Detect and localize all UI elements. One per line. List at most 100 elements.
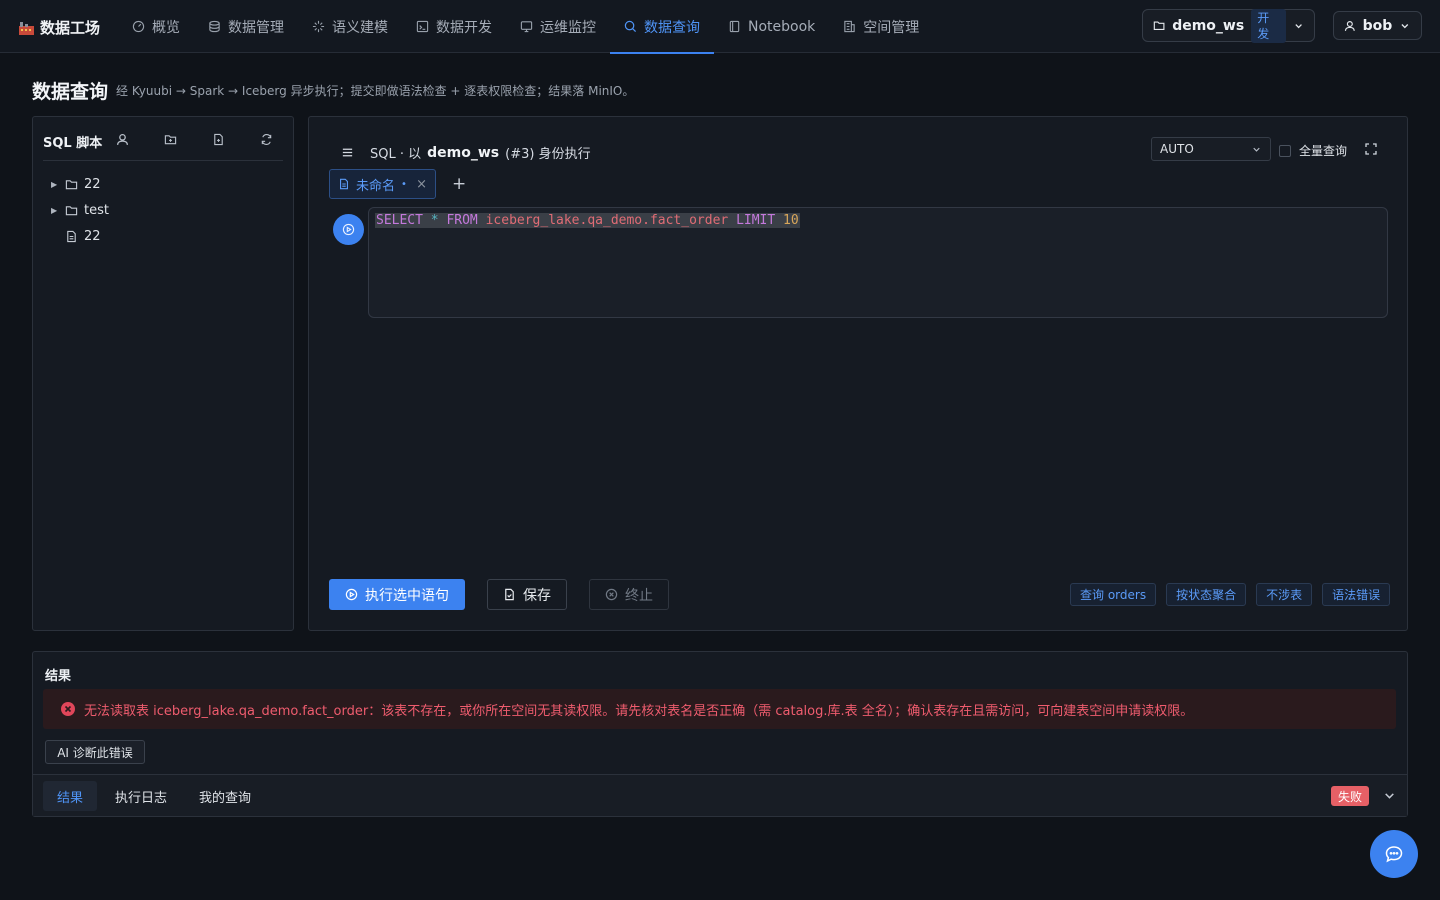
my-scripts-button[interactable] xyxy=(116,133,130,147)
app-logo[interactable]: 数据工场 xyxy=(18,17,100,38)
file-icon xyxy=(340,178,348,190)
full-query-checkbox[interactable]: 全量查询 xyxy=(1279,142,1347,159)
nav-label: 数据查询 xyxy=(644,19,700,36)
execution-mode-value: AUTO xyxy=(1160,142,1194,156)
nav-label: 概览 xyxy=(152,19,180,36)
error-message-bar: 无法读取表 iceberg_lake.qa_demo.fact_order：该表… xyxy=(43,689,1396,729)
chevron-down-icon xyxy=(1401,23,1409,28)
main-nav: 概览 数据管理 语义建模 数据开发 运维监控 数据查询 Notebook 空间管… xyxy=(118,0,933,54)
save-file-icon xyxy=(505,588,514,601)
result-title: 结果 xyxy=(45,669,72,684)
sql-keyword: SELECT xyxy=(376,213,423,228)
nav-item-data-query[interactable]: 数据查询 xyxy=(610,0,714,54)
nav-label: 数据开发 xyxy=(436,19,492,36)
save-label: 保存 xyxy=(523,587,551,604)
ai-diagnose-button[interactable]: AI 诊断此错误 xyxy=(45,740,145,764)
result-tabs: 结果 执行日志 我的查询 失败 xyxy=(33,774,1407,816)
page-title: 数据查询 xyxy=(32,81,109,103)
tab-execution-log[interactable]: 执行日志 xyxy=(101,781,181,811)
play-circle-icon xyxy=(345,588,358,601)
nav-item-ops-monitoring[interactable]: 运维监控 xyxy=(506,0,610,53)
sql-code-editor[interactable]: SELECT * FROM iceberg_lake.qa_demo.fact_… xyxy=(368,207,1388,318)
dashboard-icon xyxy=(132,20,145,33)
quick-action-button[interactable]: 按状态聚合 xyxy=(1166,583,1247,606)
nav-label: Notebook xyxy=(748,18,816,35)
nav-item-semantic-modeling[interactable]: 语义建模 xyxy=(298,0,402,53)
tab-my-queries[interactable]: 我的查询 xyxy=(185,781,265,811)
stop-button[interactable]: 终止 xyxy=(589,579,669,610)
nav-item-space-management[interactable]: 空间管理 xyxy=(829,0,933,53)
editor-tab[interactable]: 未命名 • × xyxy=(329,169,436,199)
page-description: 经 Kyuubi → Spark → Iceberg 异步执行；提交即做语法检查… xyxy=(116,84,635,98)
nav-item-notebook[interactable]: Notebook xyxy=(714,0,829,53)
tree-folder[interactable]: ▶ 22 xyxy=(51,171,109,197)
full-query-label: 全量查询 xyxy=(1299,144,1348,158)
code-icon xyxy=(416,20,429,33)
expand-caret-icon[interactable]: ▶ xyxy=(51,180,59,189)
new-script-button[interactable] xyxy=(212,133,226,147)
quick-action-button[interactable]: 语法错误 xyxy=(1322,583,1391,606)
new-folder-button[interactable] xyxy=(164,133,178,147)
tab-result[interactable]: 结果 xyxy=(43,781,98,811)
database-icon xyxy=(209,20,220,33)
chat-assistant-button[interactable] xyxy=(1370,830,1418,878)
notebook-icon xyxy=(729,20,740,33)
error-circle-icon xyxy=(61,702,75,716)
nav-item-data-management[interactable]: 数据管理 xyxy=(194,0,298,53)
error-message: 无法读取表 iceberg_lake.qa_demo.fact_order：该表… xyxy=(84,703,1194,719)
expand-caret-icon[interactable]: ▶ xyxy=(51,206,59,215)
folder-icon xyxy=(1153,21,1165,30)
stop-label: 终止 xyxy=(625,587,653,604)
sql-keyword: LIMIT xyxy=(736,213,776,228)
quick-action-button[interactable]: 不涉表 xyxy=(1256,583,1313,606)
menu-icon[interactable] xyxy=(341,146,354,159)
execution-mode-select[interactable]: AUTO xyxy=(1151,137,1271,161)
unsaved-indicator: • xyxy=(401,178,407,190)
app-title: 数据工场 xyxy=(40,19,101,37)
editor-header-suffix: (#3) 身份执行 xyxy=(505,147,591,162)
workspace-name: demo_ws xyxy=(1172,17,1245,34)
editor-header-workspace: demo_ws xyxy=(427,144,500,161)
sql-keyword: FROM xyxy=(446,213,478,228)
chevron-down-icon xyxy=(1385,793,1394,799)
tree-file[interactable]: 22 xyxy=(51,223,109,249)
checkbox-box[interactable] xyxy=(1279,144,1291,157)
expand-icon xyxy=(1365,143,1377,155)
result-panel: 结果 无法读取表 iceberg_lake.qa_demo.fact_order… xyxy=(32,651,1408,817)
collapse-button[interactable] xyxy=(1383,789,1396,802)
sql-operator: * xyxy=(430,213,439,228)
chevron-down-icon xyxy=(1253,147,1260,152)
tab-label: 未命名 xyxy=(356,178,396,194)
scripts-panel-header: SQL 脚本 xyxy=(43,131,283,161)
quick-actions: 查询 orders 按状态聚合 不涉表 语法错误 xyxy=(1070,583,1391,606)
scripts-panel-title: SQL 脚本 xyxy=(43,136,103,151)
tree-folder[interactable]: ▶ test xyxy=(51,197,109,223)
refresh-icon xyxy=(261,134,272,145)
file-plus-icon xyxy=(214,133,223,146)
nav-item-overview[interactable]: 概览 xyxy=(118,0,194,53)
workspace-selector[interactable]: demo_ws 开发 xyxy=(1142,8,1315,43)
sql-code-line[interactable]: SELECT * FROM iceberg_lake.qa_demo.fact_… xyxy=(375,213,800,228)
sql-number: 10 xyxy=(783,213,799,228)
play-circle-icon xyxy=(342,223,355,236)
save-button[interactable]: 保存 xyxy=(487,579,567,610)
stop-circle-icon xyxy=(605,588,618,601)
run-selected-button[interactable]: 执行选中语句 xyxy=(329,579,465,610)
tree-item-label: 22 xyxy=(84,176,101,192)
nav-label: 空间管理 xyxy=(863,19,920,36)
chevron-down-icon xyxy=(1295,23,1302,28)
add-tab-button[interactable]: + xyxy=(452,175,466,193)
quick-action-button[interactable]: 查询 orders xyxy=(1070,583,1157,606)
env-badge: 开发 xyxy=(1251,8,1286,43)
run-statement-button[interactable] xyxy=(333,214,364,245)
folder-plus-icon xyxy=(164,135,177,145)
user-menu[interactable]: bob xyxy=(1333,11,1422,40)
nav-item-data-development[interactable]: 数据开发 xyxy=(402,0,506,53)
editor-header-prefix: SQL · 以 xyxy=(370,147,422,162)
run-selected-label: 执行选中语句 xyxy=(365,587,449,604)
close-tab-icon[interactable]: × xyxy=(416,177,427,192)
sql-editor-panel: SQL · 以 demo_ws (#3) 身份执行 AUTO 全量查询 未命名 … xyxy=(308,116,1408,631)
fullscreen-button[interactable] xyxy=(1365,143,1377,155)
refresh-button[interactable] xyxy=(260,133,274,147)
folder-icon xyxy=(65,205,78,215)
